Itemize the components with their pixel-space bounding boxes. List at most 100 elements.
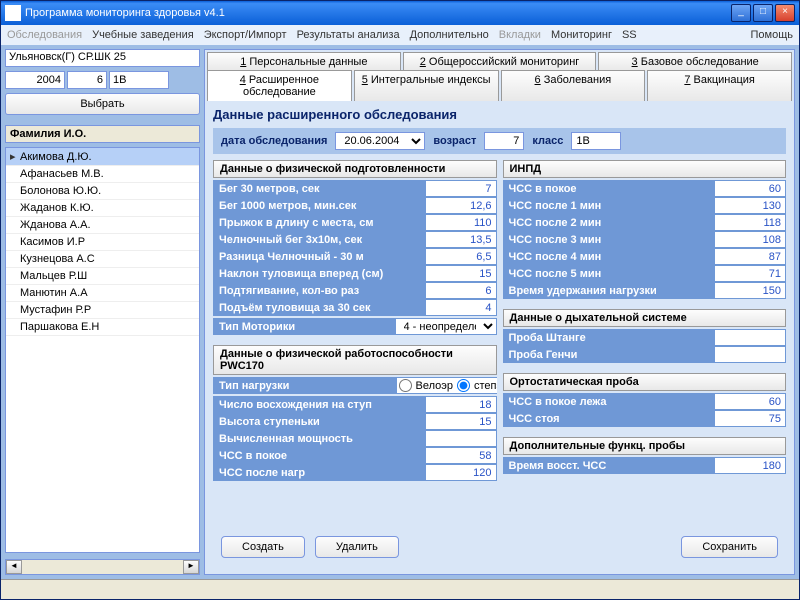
value-field[interactable] [715, 458, 785, 473]
save-button[interactable]: Сохранить [681, 536, 778, 558]
menu-item[interactable]: Учебные заведения [92, 29, 194, 41]
radio-step[interactable] [457, 379, 470, 392]
list-item[interactable]: Болонова Ю.Ю. [6, 183, 199, 200]
motor-select[interactable]: 4 - неопределенн [396, 319, 496, 334]
list-item[interactable]: Мустафин Р.Р [6, 302, 199, 319]
maximize-button[interactable]: □ [753, 4, 773, 22]
value-field[interactable] [426, 215, 496, 230]
data-row: Наклон туловища вперед (см) [213, 265, 497, 282]
value-field[interactable] [715, 181, 785, 196]
value-field[interactable] [426, 300, 496, 315]
value-field[interactable] [426, 249, 496, 264]
list-item[interactable]: Мальцев Р.Ш [6, 268, 199, 285]
num-field[interactable] [67, 71, 107, 89]
list-item[interactable]: Манютин А.А [6, 285, 199, 302]
tab[interactable]: 4 Расширенное обследование [207, 70, 352, 101]
value-field[interactable] [715, 283, 785, 298]
group-header: Данные о дыхательной системе [503, 309, 787, 327]
list-item[interactable]: Жданова А.А. [6, 217, 199, 234]
menu-item[interactable]: Мониторинг [551, 29, 612, 41]
value-field[interactable] [426, 198, 496, 213]
menu-item[interactable]: Вкладки [499, 29, 541, 41]
menu-item[interactable]: Обследования [7, 29, 82, 41]
row-label: ЧСС в покое лежа [503, 396, 715, 408]
window-title: Программа мониторинга здоровья v4.1 [25, 7, 731, 19]
minimize-button[interactable]: _ [731, 4, 751, 22]
row-label: Подтягивание, кол-во раз [213, 285, 425, 297]
row-label: ЧСС после 3 мин [503, 234, 715, 246]
data-row: Прыжок в длину с места, см [213, 214, 497, 231]
menu-help[interactable]: Помощь [751, 29, 794, 41]
row-label: Разница Челночный - 30 м [213, 251, 425, 263]
menu-item[interactable]: SS [622, 29, 637, 41]
value-field[interactable] [715, 330, 785, 345]
delete-button[interactable]: Удалить [315, 536, 399, 558]
value-field[interactable] [715, 347, 785, 362]
h-scrollbar[interactable]: ◄ ► [5, 559, 200, 575]
date-select[interactable]: 20.06.2004 [335, 132, 425, 150]
main-panel: 1 Персональные данные2 Общероссийский мо… [204, 49, 795, 575]
list-item[interactable]: Паршакова Е.Н [6, 319, 199, 336]
tab[interactable]: 1 Персональные данные [207, 52, 401, 71]
tab[interactable]: 7 Вакцинация [647, 70, 792, 101]
tab[interactable]: 2 Общероссийский мониторинг [403, 52, 597, 71]
filter-row: дата обследования 20.06.2004 возраст кла… [213, 128, 786, 154]
value-field[interactable] [715, 394, 785, 409]
button-row: Создать Удалить Сохранить [213, 528, 786, 566]
menu-item[interactable]: Экспорт/Импорт [204, 29, 287, 41]
value-field[interactable] [426, 448, 496, 463]
value-field[interactable] [715, 266, 785, 281]
data-row: ЧСС в покое [213, 447, 497, 464]
value-field[interactable] [715, 215, 785, 230]
row-label: ЧСС после 2 мин [503, 217, 715, 229]
age-field[interactable] [484, 132, 524, 150]
list-item[interactable]: Кузнецова А.С [6, 251, 199, 268]
row-label: Тип Моторики [213, 321, 395, 333]
year-field[interactable] [5, 71, 65, 89]
value-field[interactable] [426, 232, 496, 247]
tab[interactable]: 3 Базовое обследование [598, 52, 792, 71]
list-item[interactable]: ▸Акимова Д.Ю. [6, 148, 199, 166]
group-header: Ортостатическая проба [503, 373, 787, 391]
list-item[interactable]: Касимов И.Р [6, 234, 199, 251]
data-row: ЧСС после 5 мин [503, 265, 787, 282]
list-item[interactable]: Афанасьев М.В. [6, 166, 199, 183]
scroll-right-icon[interactable]: ► [183, 560, 199, 574]
value-field[interactable] [715, 232, 785, 247]
data-row: Челночный бег 3x10м, сек [213, 231, 497, 248]
tab[interactable]: 5 Интегральные индексы [354, 70, 499, 101]
select-button[interactable]: Выбрать [5, 93, 200, 115]
scroll-left-icon[interactable]: ◄ [6, 560, 22, 574]
close-button[interactable]: × [775, 4, 795, 22]
value-field[interactable] [715, 411, 785, 426]
school-field[interactable]: Ульяновск(Г) СР.ШК 25 [5, 49, 200, 67]
row-label: Время восст. ЧСС [503, 460, 715, 472]
data-row: ЧСС после 2 мин [503, 214, 787, 231]
value-field[interactable] [715, 249, 785, 264]
value-field[interactable] [715, 198, 785, 213]
row-label: Челночный бег 3x10м, сек [213, 234, 425, 246]
data-row: Подъём туловища за 30 сек [213, 299, 497, 316]
tab[interactable]: 6 Заболевания [501, 70, 646, 101]
row-label: ЧСС после 4 мин [503, 251, 715, 263]
value-field[interactable] [426, 266, 496, 281]
value-field[interactable] [426, 414, 496, 429]
value-field[interactable] [426, 283, 496, 298]
class-field[interactable] [109, 71, 169, 89]
data-row: Время восст. ЧСС [503, 457, 787, 474]
data-row: ЧСС после 4 мин [503, 248, 787, 265]
value-field[interactable] [426, 397, 496, 412]
value-field[interactable] [426, 465, 496, 480]
list-item[interactable]: Жаданов К.Ю. [6, 200, 199, 217]
data-row: ЧСС в покое лежа [503, 393, 787, 410]
menu-item[interactable]: Дополнительно [410, 29, 489, 41]
group-header: ИНПД [503, 160, 787, 178]
create-button[interactable]: Создать [221, 536, 305, 558]
student-list[interactable]: ▸Акимова Д.Ю.Афанасьев М.В.Болонова Ю.Ю.… [5, 147, 200, 553]
value-field[interactable] [426, 181, 496, 196]
menu-item[interactable]: Результаты анализа [297, 29, 400, 41]
value-field[interactable] [426, 431, 496, 446]
row-label: ЧСС стоя [503, 413, 715, 425]
radio-velo[interactable] [399, 379, 412, 392]
class-display[interactable] [571, 132, 621, 150]
